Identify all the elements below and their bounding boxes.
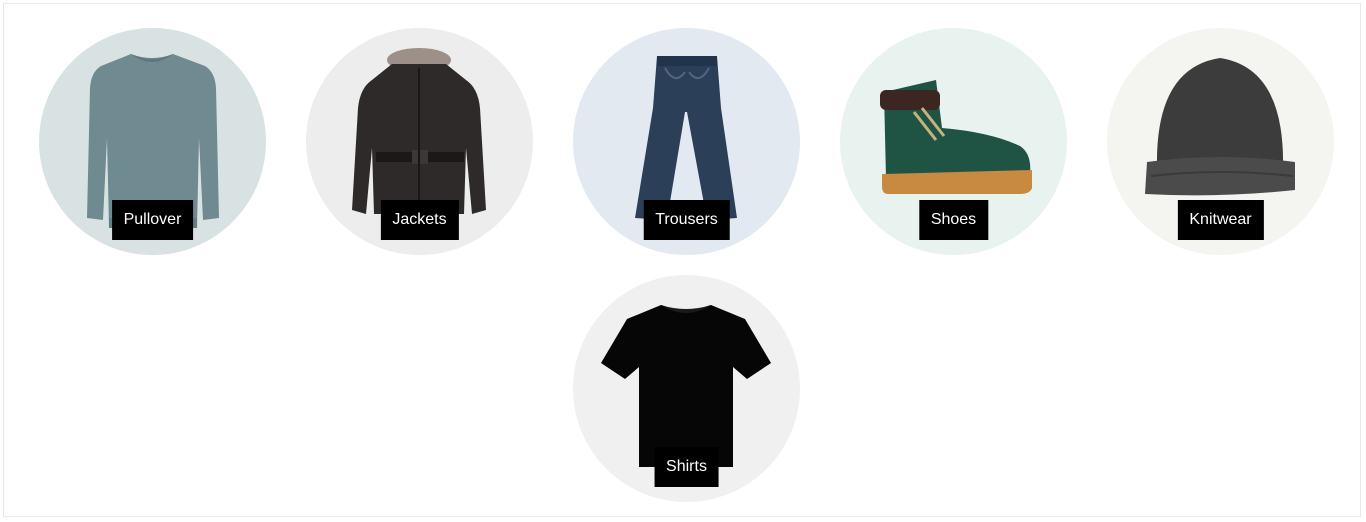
category-tile-jackets[interactable]: Jackets [306,28,533,255]
category-tile-shirts[interactable]: Shirts [573,275,800,502]
category-label: Shoes [918,200,989,240]
category-label: Trousers [643,200,730,240]
category-grid: Pullover Jackets Trousers Shoes Knitwear… [3,3,1361,517]
category-tile-knitwear[interactable]: Knitwear [1107,28,1334,255]
category-tile-shoes[interactable]: Shoes [840,28,1067,255]
category-tile-pullover[interactable]: Pullover [39,28,266,255]
category-label: Knitwear [1177,200,1264,240]
category-label: Pullover [111,200,194,240]
category-label: Shirts [654,447,719,487]
category-label: Jackets [380,200,459,240]
category-tile-trousers[interactable]: Trousers [573,28,800,255]
